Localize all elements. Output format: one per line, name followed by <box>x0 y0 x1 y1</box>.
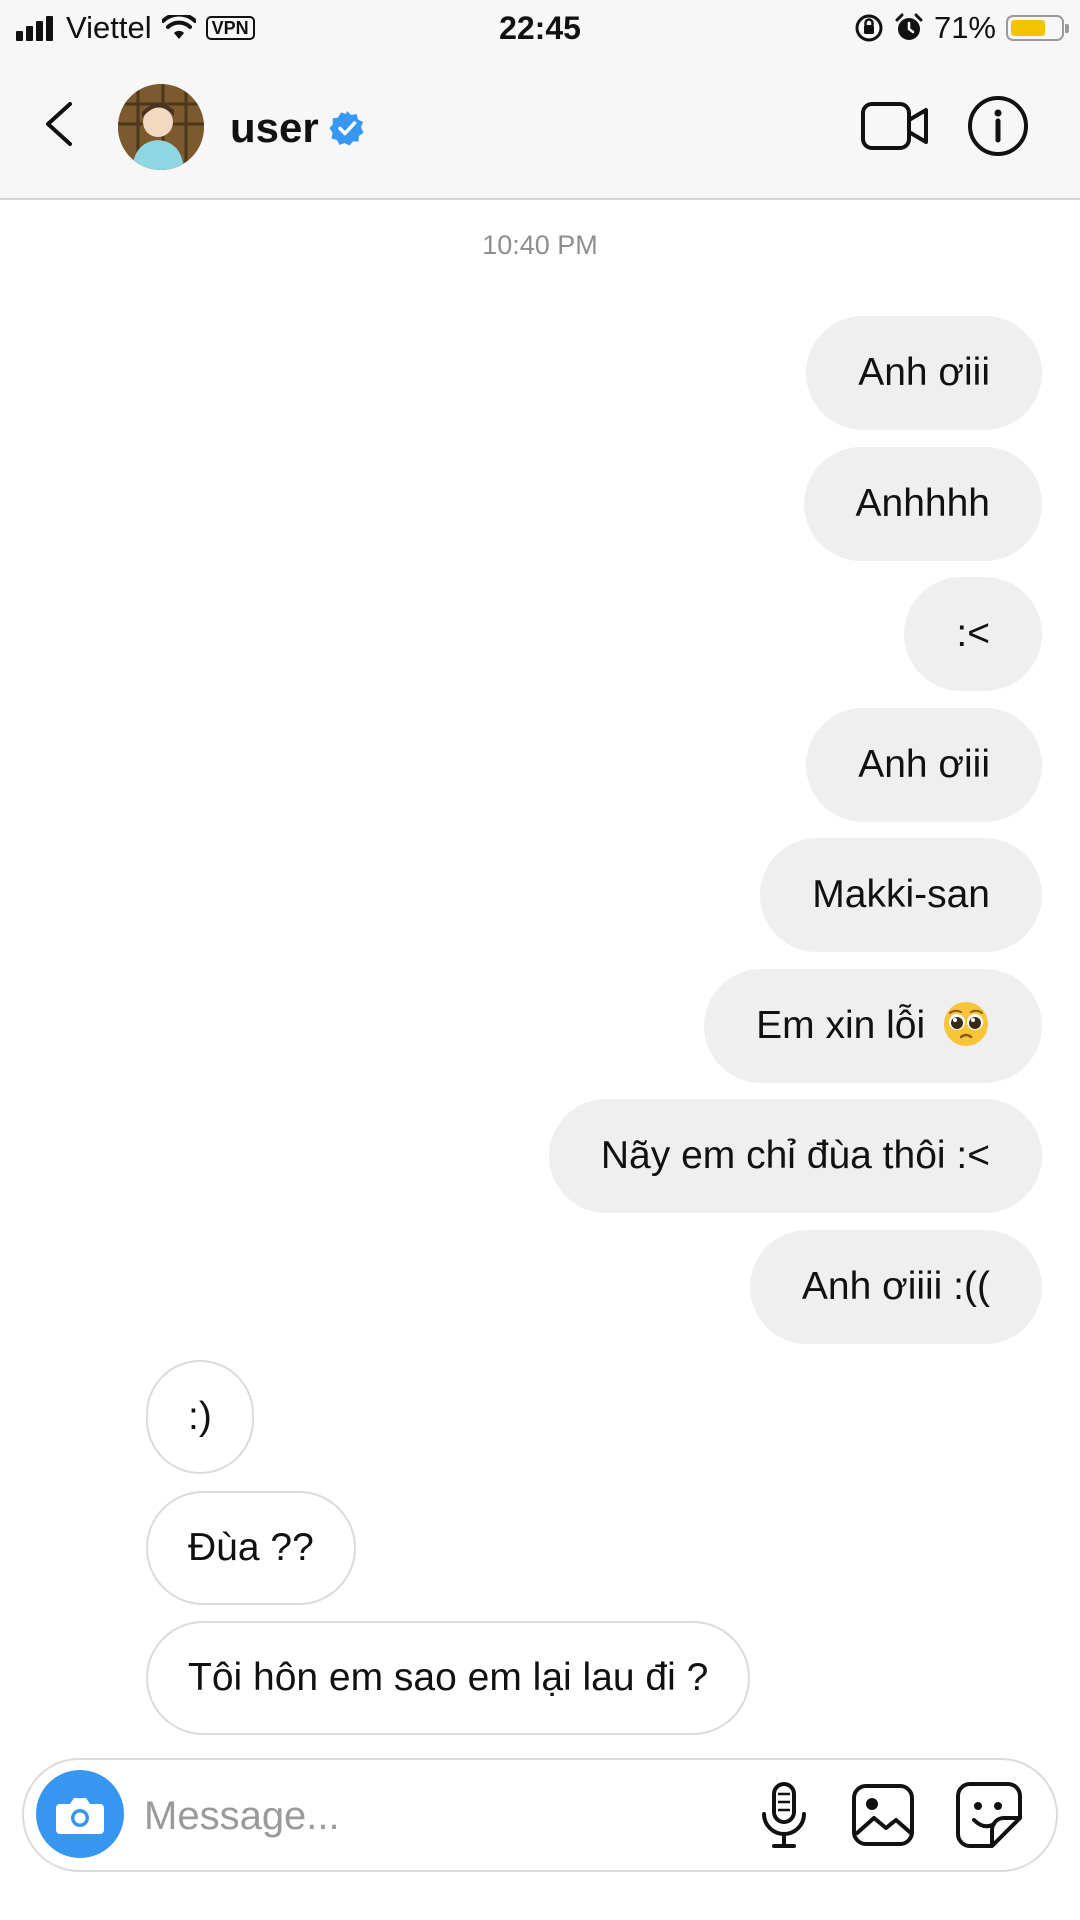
outgoing-message[interactable]: Anh ơiii <box>806 316 1042 430</box>
gallery-button[interactable] <box>850 1782 916 1848</box>
outgoing-message[interactable]: Em xin lỗi <box>704 969 1042 1083</box>
message-text: Anh ơiii <box>858 743 990 786</box>
message-text: Đùa ?? <box>188 1526 314 1569</box>
message-input[interactable] <box>142 1782 726 1850</box>
microphone-icon <box>762 1782 806 1848</box>
voice-message-button[interactable] <box>752 1780 816 1852</box>
outgoing-message[interactable]: Anh ơiiii :(( <box>749 1230 1042 1344</box>
outgoing-message[interactable]: Makki-san <box>760 838 1042 952</box>
message-text: Tôi hôn em sao em lại lau đi ? <box>188 1656 709 1699</box>
message-text: Anh ơiiii :(( <box>801 1265 990 1308</box>
message-text: Makki-san <box>812 873 990 916</box>
chat-screen: Viettel VPN 22:45 71% user 10:40 PM Anh … <box>0 0 1080 1920</box>
incoming-message[interactable]: Tôi hôn em sao em lại lau đi ? <box>146 1621 751 1735</box>
message-text: :< <box>956 612 990 655</box>
incoming-message[interactable]: Đùa ?? <box>146 1491 356 1605</box>
sticker-icon <box>956 1782 1022 1848</box>
message-composer <box>22 1758 1058 1872</box>
message-text: Em xin lỗi <box>756 1004 926 1047</box>
message-text: Anh ơiii <box>858 351 990 394</box>
outgoing-message[interactable]: :< <box>904 577 1042 691</box>
message-list: Anh ơiii Anhhhh :< Anh ơiii Makki-san Em… <box>0 0 1080 1920</box>
outgoing-message[interactable]: Anhhhh <box>803 447 1042 561</box>
message-text: :) <box>188 1395 212 1438</box>
pleading-face-emoji <box>944 1002 988 1046</box>
image-gallery-icon <box>852 1784 914 1846</box>
incoming-message[interactable]: :) <box>146 1360 254 1474</box>
message-text: Nãy em chỉ đùa thôi :< <box>600 1134 990 1177</box>
camera-button[interactable] <box>36 1770 124 1858</box>
camera-icon <box>56 1798 104 1834</box>
outgoing-message[interactable]: Nãy em chỉ đùa thôi :< <box>548 1099 1042 1213</box>
outgoing-message[interactable]: Anh ơiii <box>806 708 1042 822</box>
message-text: Anhhhh <box>855 482 990 525</box>
sticker-button[interactable] <box>954 1780 1024 1850</box>
